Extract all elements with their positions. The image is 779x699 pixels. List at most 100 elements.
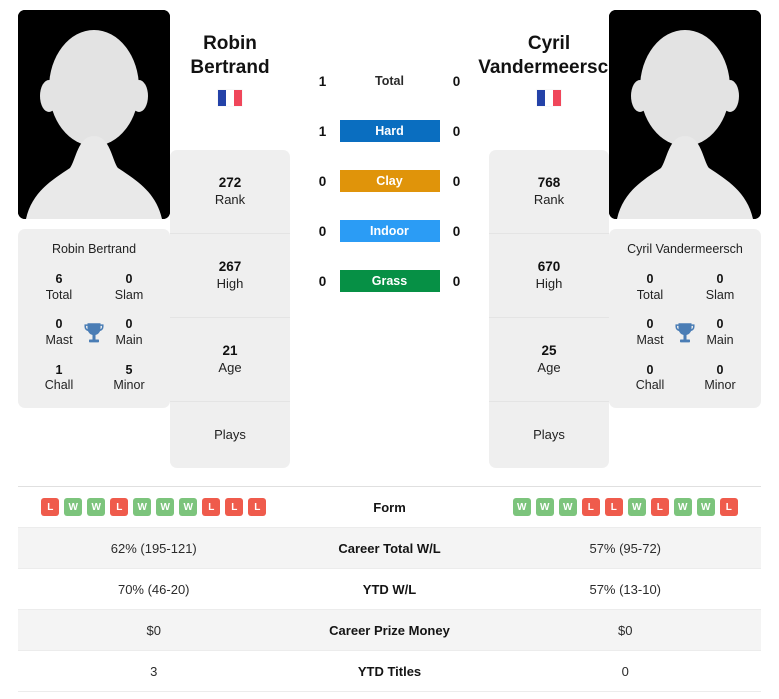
france-flag-icon [537, 89, 561, 106]
left-titles-total-value: 6 [55, 272, 63, 286]
h2h-hard-left: 1 [318, 123, 327, 139]
right-form-strip: WWWLLWLWWL [512, 498, 738, 516]
h2h-hard-right: 0 [452, 123, 461, 139]
left-titles-total-label: Total [45, 287, 73, 302]
right-rank-item: 768 Rank [489, 150, 609, 234]
row-1-left-value: 70% (46-20) [117, 581, 190, 597]
right-form-badge-5: W [627, 498, 646, 516]
left-form-strip: LWWLWWWLLL [41, 498, 267, 516]
right-player-rank-card: 768 Rank 670 High 25 Age Plays [489, 150, 609, 468]
left-titles-chall: 1 Chall [24, 363, 94, 394]
left-plays-label: Plays [214, 426, 246, 442]
head-to-head-column: 1 Total 0 1 Hard 0 0 Clay 0 0 Indoor 0 0 [290, 10, 489, 292]
row-0-right-value: 57% (95-72) [589, 540, 662, 556]
form-left-cell: LWWLWWWLLL [18, 498, 290, 516]
table-row: $0 Career Prize Money $0 [18, 610, 761, 651]
left-high-label: High [216, 275, 244, 291]
h2h-row-grass: 0 Grass 0 [310, 270, 470, 292]
trophy-icon [81, 320, 107, 346]
left-high-item: 267 High [170, 234, 290, 318]
left-titles-minor-value: 5 [125, 362, 133, 377]
left-form-badge-0: L [41, 498, 60, 516]
h2h-clay-left: 0 [318, 173, 327, 189]
h2h-grass-badge[interactable]: Grass [339, 270, 440, 292]
table-row: 70% (46-20) YTD W/L 57% (13-10) [18, 569, 761, 610]
left-player-titles-card: Robin Bertrand 6 Total 0 Slam 0 Mast 0 M… [18, 229, 170, 408]
h2h-hard-badge[interactable]: Hard [339, 120, 440, 142]
left-form-badge-3: L [110, 498, 129, 516]
right-age-item: 25 Age [489, 318, 609, 402]
left-player-name-block: Robin Bertrand [170, 10, 290, 150]
right-player-titles-card: Cyril Vandermeersch 0 Total 0 Slam 0 Mas… [609, 229, 761, 408]
row-3-right-value: 0 [621, 663, 629, 679]
right-titles-chall-value: 0 [646, 362, 654, 377]
left-titles-chall-label: Chall [44, 378, 74, 393]
titles-row-total-slam: 0 Total 0 Slam [615, 272, 755, 303]
right-player-photo-column: Cyril Vandermeersch 0 Total 0 Slam 0 Mas… [609, 10, 761, 408]
right-form-badge-3: L [581, 498, 600, 516]
right-form-badge-8: W [696, 498, 715, 516]
right-player-name-first: Cyril [527, 33, 571, 54]
left-age-label: Age [218, 359, 242, 375]
h2h-row-total: 1 Total 0 [310, 70, 470, 92]
left-titles-minor: 5 Minor [94, 363, 164, 394]
right-titles-chall-label: Chall [635, 378, 665, 393]
left-rank-item: 272 Rank [170, 150, 290, 234]
row-1-label: YTD W/L [362, 581, 417, 597]
right-high-label: High [535, 275, 563, 291]
right-player-name-last: Vandermeersch [478, 57, 620, 79]
right-age-value: 25 [541, 343, 557, 359]
right-form-badge-9: L [719, 498, 738, 516]
h2h-indoor-left: 0 [318, 223, 327, 239]
left-player-photo [18, 10, 170, 219]
right-plays-item: Plays [489, 402, 609, 468]
left-titles-slam: 0 Slam [94, 272, 164, 303]
form-row-label: Form [373, 499, 406, 515]
right-form-badge-6: L [650, 498, 669, 516]
right-form-badge-7: W [673, 498, 692, 516]
right-titles-slam: 0 Slam [685, 272, 755, 303]
h2h-clay-badge[interactable]: Clay [339, 170, 440, 192]
h2h-grass-left: 0 [318, 273, 327, 289]
h2h-indoor-badge[interactable]: Indoor [339, 220, 440, 242]
trophy-icon [672, 320, 698, 346]
left-age-item: 21 Age [170, 318, 290, 402]
table-row: 3 YTD Titles 0 [18, 651, 761, 692]
comparison-header: Robin Bertrand 6 Total 0 Slam 0 Mast 0 M… [0, 0, 779, 478]
left-player-name-last: Bertrand [190, 57, 270, 79]
right-titles-minor-value: 0 [716, 362, 724, 377]
row-2-right-value: $0 [618, 622, 633, 638]
right-rank-value: 768 [537, 175, 561, 191]
right-form-badge-4: L [604, 498, 623, 516]
left-player-photo-column: Robin Bertrand 6 Total 0 Slam 0 Mast 0 M… [18, 10, 170, 408]
left-titles-chall-value: 1 [55, 362, 63, 377]
left-player-card-name: Robin Bertrand [51, 242, 137, 256]
titles-row-chall-minor: 0 Chall 0 Minor [615, 363, 755, 394]
table-row: 62% (195-121) Career Total W/L 57% (95-7… [18, 528, 761, 569]
right-player-card-name: Cyril Vandermeersch [627, 242, 743, 256]
right-high-item: 670 High [489, 234, 609, 318]
left-player-name-first: Robin [203, 33, 257, 54]
h2h-total-label: Total [375, 74, 404, 88]
right-titles-slam-label: Slam [705, 287, 735, 302]
left-player-name: Robin Bertrand [190, 32, 269, 81]
titles-row-mast-main: 0 Mast 0 Main [615, 317, 755, 348]
left-form-badge-8: L [225, 498, 244, 516]
row-3-label: YTD Titles [357, 663, 422, 679]
left-rank-label: Rank [214, 191, 246, 207]
right-form-badge-1: W [535, 498, 554, 516]
h2h-total-right: 0 [452, 73, 461, 89]
right-age-label: Age [537, 359, 561, 375]
right-player-photo [609, 10, 761, 219]
left-titles-slam-value: 0 [125, 272, 133, 286]
avatar-silhouette-icon [609, 10, 761, 219]
right-form-badge-0: W [512, 498, 531, 516]
left-form-badge-2: W [87, 498, 106, 516]
row-2-left-value: $0 [146, 622, 161, 638]
comparison-table: LWWLWWWLLL Form WWWLLWLWWL 62% (195-121)… [18, 486, 761, 692]
right-player-name: Cyril Vandermeersch [478, 32, 620, 81]
right-titles-total: 0 Total [615, 272, 685, 303]
left-titles-minor-label: Minor [113, 378, 145, 393]
h2h-row-indoor: 0 Indoor 0 [310, 220, 470, 242]
right-rank-label: Rank [533, 191, 565, 207]
